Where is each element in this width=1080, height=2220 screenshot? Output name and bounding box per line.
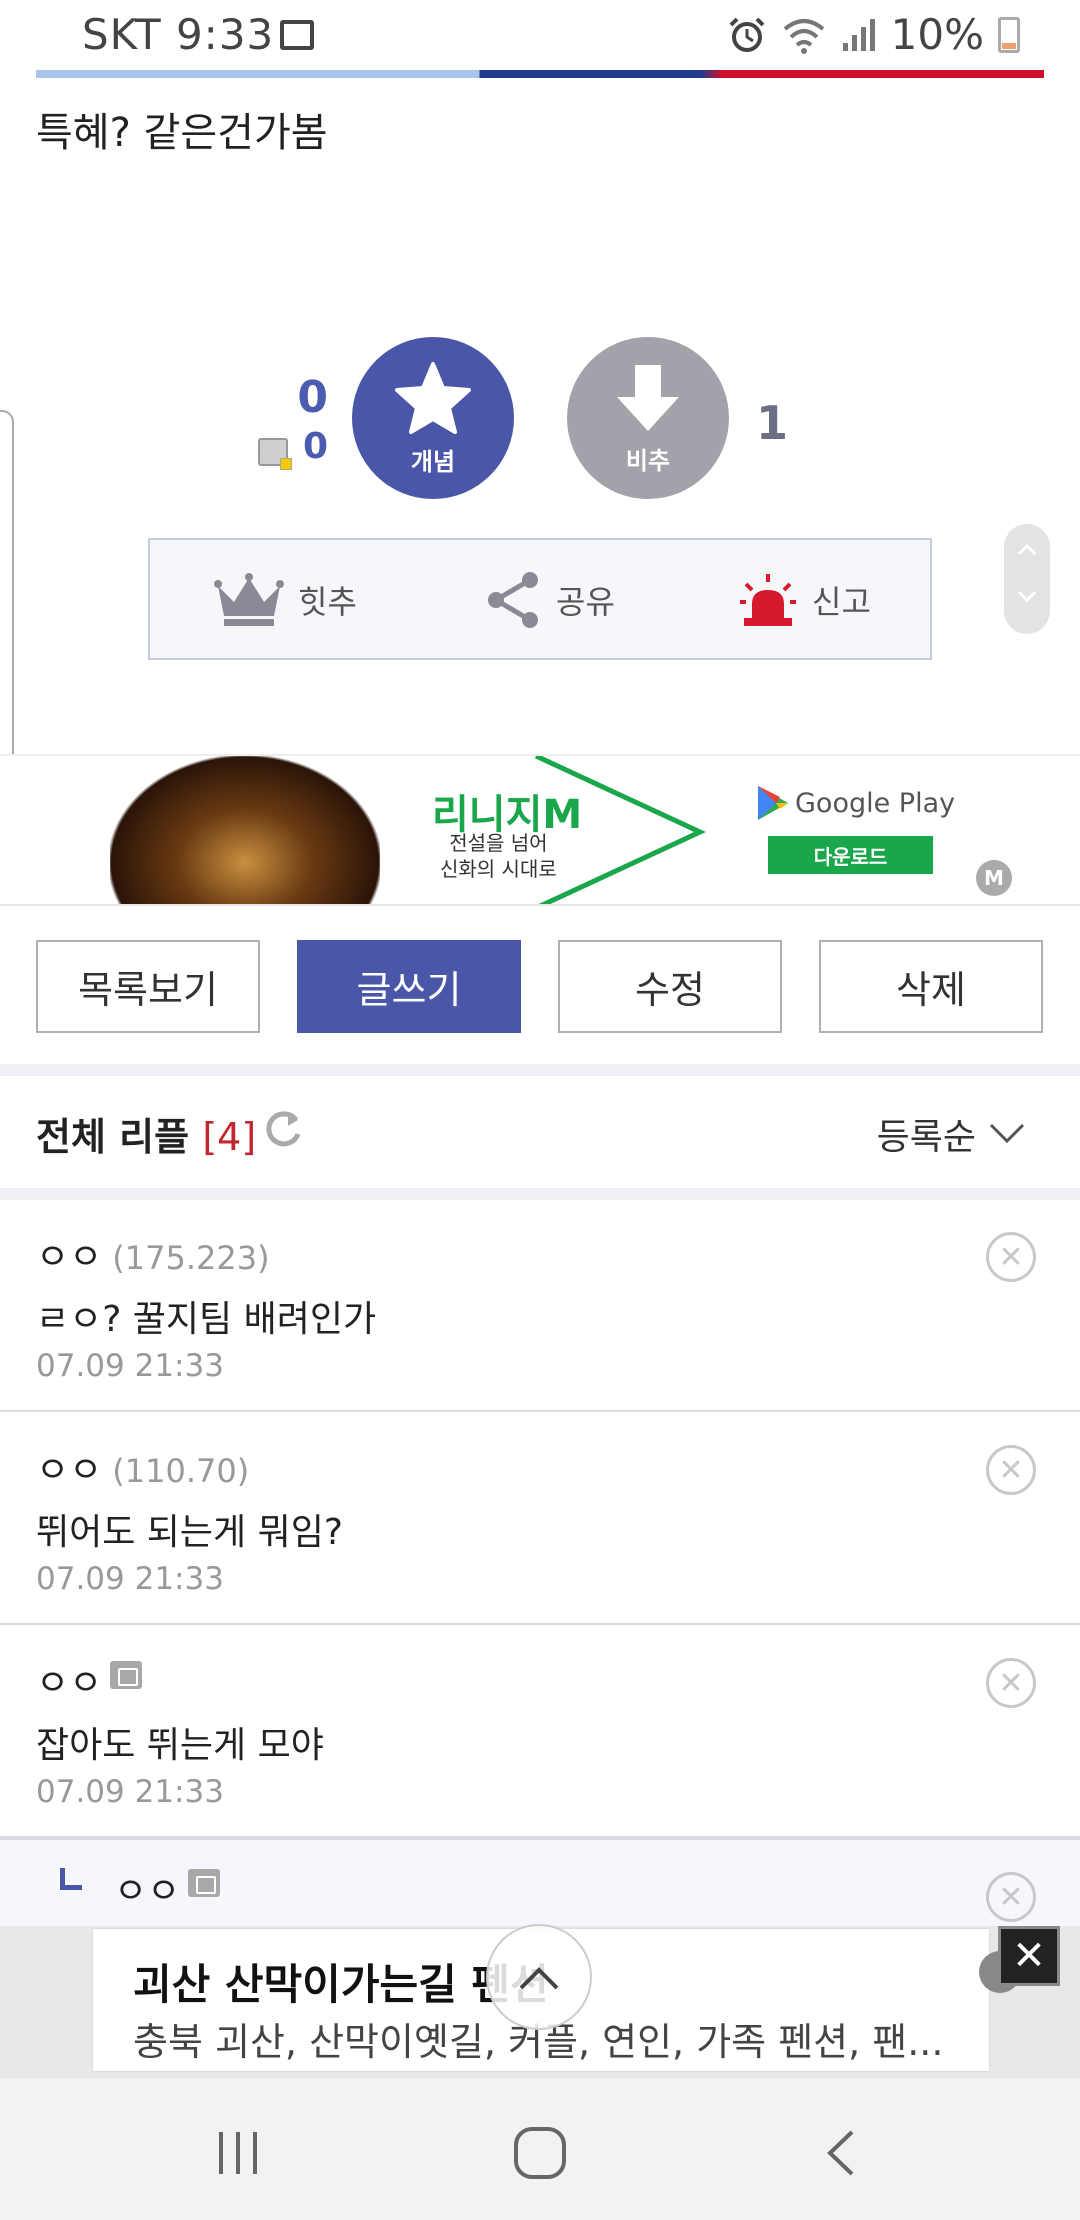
carrier-time: SKT 9:33 xyxy=(82,10,275,59)
recent-apps-icon[interactable] xyxy=(198,2118,278,2188)
chevron-up-icon xyxy=(519,1967,559,1990)
comment-item: ㅇㅇ 잡아도 뛰는게 모야 07.09 21:33 ✕ xyxy=(0,1626,1080,1838)
close-ad-icon[interactable]: ✕ xyxy=(998,1926,1060,1986)
hit-recommend-button[interactable]: 힛추 xyxy=(214,568,357,632)
siren-icon xyxy=(740,574,796,626)
comment-body: ㄹㅇ? 꿀지팀 배려인가 xyxy=(36,1299,377,1340)
refresh-icon[interactable] xyxy=(262,1108,304,1150)
upvote-button[interactable]: 개념 xyxy=(352,337,514,499)
comment-date: 07.09 21:33 xyxy=(36,1348,224,1384)
signal-icon xyxy=(842,18,875,51)
home-icon[interactable] xyxy=(500,2118,580,2188)
post-body: 특혜? 같은건가봄 xyxy=(36,110,328,156)
battery-icon xyxy=(998,16,1020,53)
comments-divider xyxy=(0,1188,1080,1200)
edit-button[interactable]: 수정 xyxy=(558,940,782,1033)
scroll-to-top-button[interactable] xyxy=(486,1924,592,2030)
comment-date: 07.09 21:33 xyxy=(36,1561,224,1597)
share-label: 공유 xyxy=(556,583,615,621)
comment-body: 잡아도 뛰는게 모야 xyxy=(36,1725,324,1766)
alarm-icon xyxy=(729,17,765,52)
comment-nick: ㅇㅇ xyxy=(36,1237,103,1278)
list-button[interactable]: 목록보기 xyxy=(36,940,260,1033)
downvote-count: 1 xyxy=(756,396,789,450)
comment-date: 07.09 21:33 xyxy=(36,1774,224,1810)
post-actions-box: 힛추 공유 신고 xyxy=(148,538,932,660)
upvote-label: 개념 xyxy=(410,447,456,476)
ad-badge: M xyxy=(976,860,1012,896)
google-play-icon xyxy=(758,786,788,820)
comment-item: ㅇㅇ (110.70) 뛰어도 되는게 뭐임? 07.09 21:33 ✕ xyxy=(0,1413,1080,1625)
ad-banner[interactable]: 리니지M 전설을 넘어 신화의 시대로 Google Play 다운로드 M xyxy=(0,754,1080,906)
fixed-nick-icon xyxy=(188,1869,221,1897)
hit-recommend-label: 힛추 xyxy=(298,583,357,621)
star-icon xyxy=(395,361,471,434)
battery-percent: 10% xyxy=(890,10,984,59)
chevron-up-icon[interactable] xyxy=(1004,524,1050,574)
fixed-upvote-count: 0 xyxy=(302,426,328,467)
ad-subtitle-line2: 신화의 시대로 xyxy=(440,857,557,881)
downvote-button[interactable]: 비추 xyxy=(567,337,729,499)
crown-icon xyxy=(214,573,284,626)
system-nav-bar xyxy=(0,2078,1080,2220)
comment-item: ㅇㅇ (175.223) ㄹㅇ? 꿀지팀 배려인가 07.09 21:33 ✕ xyxy=(0,1200,1080,1412)
report-label: 신고 xyxy=(812,583,871,621)
status-icons: 10% xyxy=(727,10,1020,59)
comment-author: ㅇㅇ (175.223) xyxy=(36,1228,270,1280)
status-bar: SKT 9:33 10% xyxy=(0,0,1080,72)
reply-author: ㅇㅇ xyxy=(114,1862,221,1914)
sort-dropdown[interactable]: 등록순 xyxy=(877,1108,1026,1160)
chevron-down-icon[interactable] xyxy=(1004,578,1050,628)
comment-body: 뛰어도 되는게 뭐임? xyxy=(36,1512,343,1553)
delete-button[interactable]: 삭제 xyxy=(819,940,1043,1033)
chevron-down-icon xyxy=(989,1123,1025,1144)
ad-subtitle-line1: 전설을 넘어 xyxy=(449,831,548,855)
comments-count: [4] xyxy=(202,1115,257,1159)
reply-delete-icon[interactable]: ✕ xyxy=(986,1872,1036,1922)
comment-author: ㅇㅇ (110.70) xyxy=(36,1441,249,1493)
report-button[interactable]: 신고 xyxy=(738,568,871,632)
comment-ip: (175.223) xyxy=(112,1239,270,1277)
ad-download-button[interactable]: 다운로드 xyxy=(768,836,933,874)
comment-delete-icon[interactable]: ✕ xyxy=(986,1445,1036,1495)
gallery-icon xyxy=(280,20,314,50)
upvote-count: 0 xyxy=(297,372,328,423)
section-divider xyxy=(0,1064,1080,1076)
reply-indent-icon xyxy=(60,1868,82,1890)
ad-character-image xyxy=(110,756,380,904)
comment-delete-icon[interactable]: ✕ xyxy=(986,1232,1036,1282)
comment-nick: ㅇㅇ xyxy=(36,1450,103,1491)
google-play-label: Google Play xyxy=(795,788,956,819)
header-progress-line xyxy=(36,70,1044,78)
wifi-icon xyxy=(783,18,824,54)
comment-nick: ㅇㅇ xyxy=(36,1663,103,1704)
share-icon xyxy=(488,572,538,628)
arrow-down-icon xyxy=(617,364,679,431)
fixed-nick-icon xyxy=(110,1661,143,1689)
comments-header: 전체 리플 [4] xyxy=(36,1106,256,1161)
sort-label: 등록순 xyxy=(876,1117,976,1158)
comment-author: ㅇㅇ xyxy=(36,1654,143,1706)
comments-title: 전체 리플 xyxy=(36,1115,190,1159)
back-icon[interactable] xyxy=(802,2118,882,2188)
downvote-label: 비추 xyxy=(625,446,671,475)
write-button[interactable]: 글쓰기 xyxy=(297,940,521,1033)
scroll-up-down-control[interactable] xyxy=(1004,524,1050,634)
comment-delete-icon[interactable]: ✕ xyxy=(986,1658,1036,1708)
comment-ip: (110.70) xyxy=(112,1452,250,1490)
reply-item: ㅇㅇ ✕ xyxy=(0,1838,1080,1928)
screen: SKT 9:33 10% 특혜? 같은건가봄 0 0 개념 비추 1 힛추 공유 xyxy=(0,0,1080,2220)
ad-subtitle: 전설을 넘어 신화의 시대로 xyxy=(440,830,557,882)
share-button[interactable]: 공유 xyxy=(486,568,615,632)
reply-nick: ㅇㅇ xyxy=(114,1871,181,1912)
